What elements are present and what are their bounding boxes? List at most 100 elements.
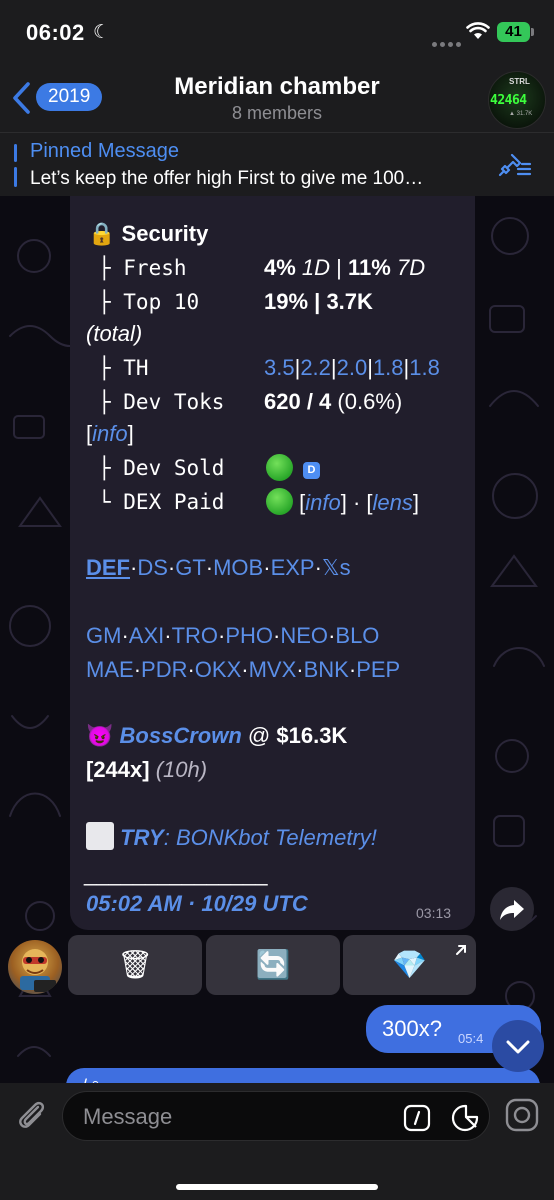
status-time: 06:02 [26, 20, 85, 45]
green-circle-icon [266, 488, 293, 515]
pinned-indicator [14, 144, 17, 162]
try-text-link[interactable]: : BONKbot Telemetry! [164, 825, 377, 850]
link-neo[interactable]: NEO [280, 623, 328, 648]
delete-button[interactable]: 🗑 [68, 935, 202, 995]
link-bnk[interactable]: BNK [304, 657, 349, 682]
link-xs[interactable]: 𝕏s [322, 555, 351, 580]
th-link[interactable]: 2.0 [337, 355, 368, 380]
link-mvx[interactable]: MVX [249, 657, 297, 682]
external-link-icon [456, 945, 466, 955]
chart-links-row: DEF·DS·GT·MOB·EXP·𝕏s [86, 555, 351, 580]
caller-name-link[interactable]: BossCrown [120, 723, 242, 748]
chat-title[interactable]: Meridian chamber [0, 73, 554, 101]
member-count: 8 members [231, 103, 323, 123]
sticker-icon[interactable] [451, 1104, 479, 1132]
message-input[interactable] [83, 1102, 383, 1132]
battery-indicator: 41 [497, 22, 530, 42]
pinned-indicator [14, 167, 17, 187]
link-pep[interactable]: PEP [356, 657, 400, 682]
bot-avatar[interactable] [8, 940, 62, 994]
total-label: (total) [86, 321, 143, 346]
share-arrow-icon [500, 900, 524, 920]
th-values: 3.5|2.2|2.0|1.8|1.8 [264, 355, 440, 380]
lens-link[interactable]: lens [373, 490, 413, 515]
moon-icon: ☾ [93, 22, 111, 43]
link-ds[interactable]: DS [137, 555, 168, 580]
link-pdr[interactable]: PDR [141, 657, 187, 682]
th-label: ├ TH [98, 356, 149, 380]
status-bar: 06:02 ☾ 41 [0, 0, 554, 66]
pinned-title: Pinned Message [30, 140, 179, 162]
outgoing-text: 300x? [382, 1016, 442, 1041]
divider-underline: _______________ [84, 861, 268, 886]
link-okx[interactable]: OKX [195, 657, 241, 682]
paperclip-icon[interactable] [14, 1097, 48, 1133]
th-link[interactable]: 1.8 [409, 355, 440, 380]
info-link[interactable]: info [92, 421, 127, 446]
devtoks-info: [info] [86, 421, 134, 446]
top10-value: 19% | 3.7K [264, 289, 373, 314]
message-input-field[interactable] [62, 1091, 490, 1141]
th-link[interactable]: 3.5 [264, 355, 295, 380]
chevron-down-icon [506, 1040, 530, 1054]
lock-icon: 🔒 [88, 221, 116, 246]
trade-links-row: GM·AXI·TRO·PHO·NEO·BLO [86, 623, 380, 648]
try-link[interactable]: TRY [120, 825, 164, 850]
trade-links-row: MAE·PDR·OKX·MVX·BNK·PEP [86, 657, 401, 682]
link-pho[interactable]: PHO [225, 623, 273, 648]
green-circle-icon [266, 454, 293, 481]
trash-icon: 🗑 [117, 949, 153, 980]
devtoks-label: ├ Dev Toks [98, 390, 225, 414]
dexpaid-label: └ DEX Paid [98, 490, 225, 514]
th-link[interactable]: 1.8 [373, 355, 404, 380]
devil-icon: 😈 [86, 723, 114, 748]
caller-line: 😈 BossCrown @ $16.3K [86, 723, 348, 748]
signal-icon [432, 34, 464, 52]
devsold-value: D [266, 454, 320, 483]
info-link[interactable]: info [305, 490, 340, 515]
link-def[interactable]: DEF [86, 555, 130, 580]
refresh-button[interactable]: 🔄 [206, 935, 340, 995]
checkbox-icon [86, 822, 114, 850]
security-heading: 🔒 Security [88, 221, 209, 246]
camera-icon[interactable] [504, 1097, 540, 1133]
link-mob[interactable]: MOB [213, 555, 263, 580]
bot-message-bubble: 🔒 Security ├ Fresh 4% 1D | 11% 7D ├ Top … [70, 196, 475, 930]
devsold-label: ├ Dev Sold [98, 456, 225, 480]
composer-bar [0, 1083, 554, 1200]
th-link[interactable]: 2.2 [300, 355, 331, 380]
avatar-text-main: 42464 [490, 93, 527, 108]
pinned-text: Let’s keep the offer high First to give … [30, 168, 424, 189]
devtoks-value: 620 / 4 (0.6%) [264, 389, 403, 414]
fresh-label: ├ Fresh [98, 256, 187, 280]
group-avatar[interactable]: STRL 42464 ▲ 31.7K [488, 71, 546, 129]
dexpaid-value: [info] · [lens] [266, 488, 419, 517]
refresh-icon: 🔄 [255, 949, 291, 980]
scroll-down-button[interactable] [492, 1020, 544, 1072]
home-indicator [176, 1184, 378, 1190]
avatar-text-top: STRL [509, 77, 530, 86]
link-blo[interactable]: BLO [335, 623, 379, 648]
link-mae[interactable]: MAE [86, 657, 134, 682]
chat-header: 2019 Meridian chamber 8 members STRL 424… [0, 66, 554, 132]
bot-avatar-image [20, 949, 56, 992]
fresh-value: 4% 1D | 11% 7D [264, 255, 426, 280]
pinned-message-bar[interactable]: Pinned Message Let’s keep the offer high… [0, 132, 554, 196]
message-time: 03:13 [416, 905, 452, 921]
dev-badge-icon[interactable]: D [303, 462, 320, 479]
bot-command-icon[interactable] [403, 1104, 431, 1132]
outgoing-time: 05:4 [458, 1031, 484, 1046]
link-gt[interactable]: GT [175, 555, 206, 580]
wifi-icon [466, 22, 490, 39]
link-tro[interactable]: TRO [172, 623, 218, 648]
share-button[interactable] [490, 887, 534, 931]
footer-timestamp: 05:02 AM · 10/29 UTC [86, 891, 308, 916]
pinned-list-icon[interactable] [498, 151, 532, 179]
battery-nub [531, 28, 534, 36]
link-exp[interactable]: EXP [271, 555, 315, 580]
try-line: TRY: BONKbot Telemetry! [86, 822, 377, 852]
top10-label: ├ Top 10 [98, 290, 200, 314]
premium-button[interactable]: 💎 [343, 935, 476, 995]
link-gm[interactable]: GM [86, 623, 121, 648]
link-axi[interactable]: AXI [129, 623, 164, 648]
